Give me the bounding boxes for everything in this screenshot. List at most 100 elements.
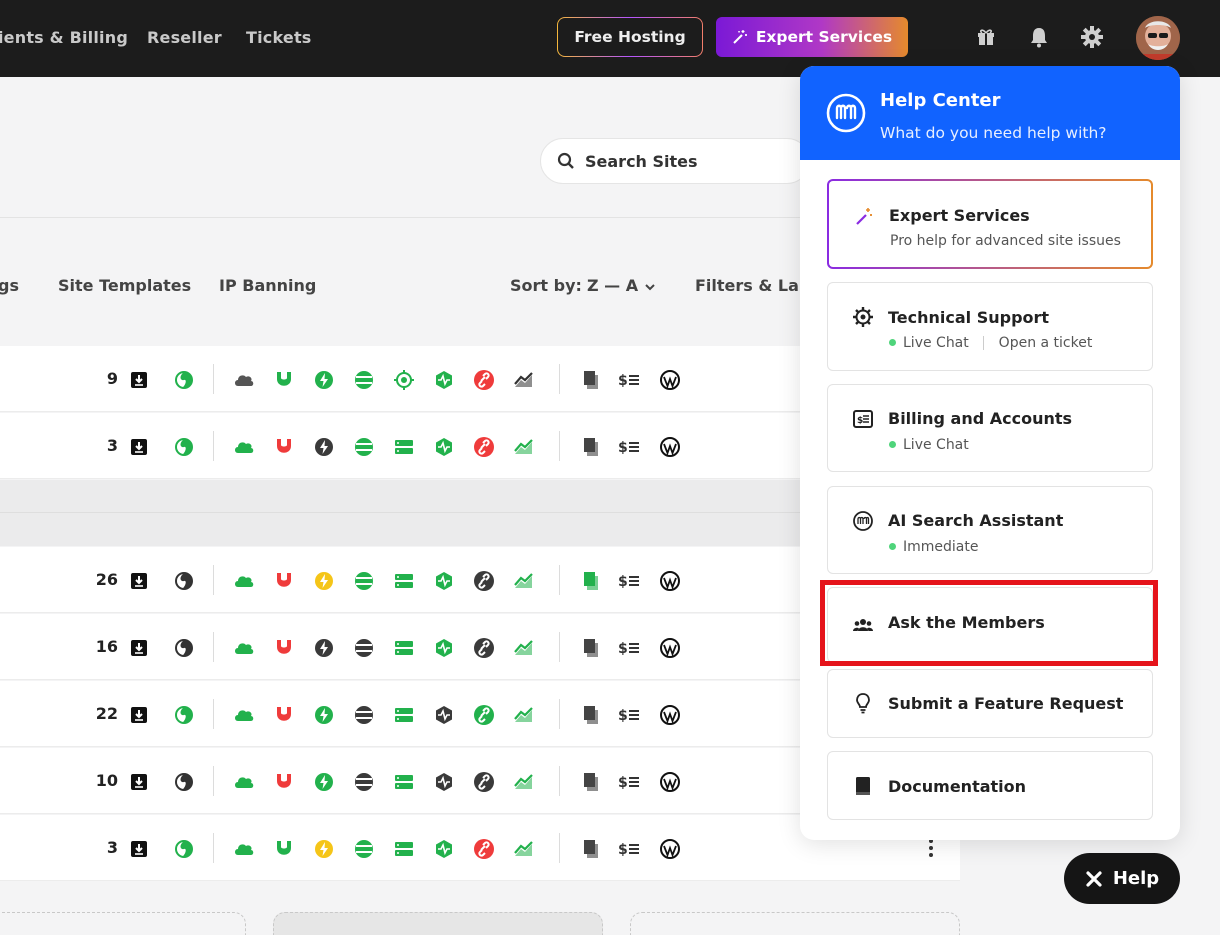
expert-services-button[interactable]: Expert Services [716,17,908,57]
copy-icon[interactable] [580,369,602,391]
link-icon[interactable] [473,637,495,659]
backup-download-icon[interactable] [128,637,150,659]
server-icon[interactable] [393,570,415,592]
globe-icon[interactable] [173,771,195,793]
chart-icon[interactable] [513,637,535,659]
chevron-down-icon[interactable] [644,282,656,292]
activity-icon[interactable] [433,771,455,793]
nav-reseller[interactable]: Reseller [147,28,222,47]
backup-download-icon[interactable] [128,838,150,860]
activity-icon[interactable] [433,637,455,659]
globe-icon[interactable] [173,637,195,659]
chart-icon[interactable] [513,771,535,793]
expert-services-card[interactable]: Expert Services Pro help for advanced si… [827,179,1153,269]
billing-icon[interactable]: $ [618,771,640,793]
more-options-icon[interactable] [928,838,934,858]
copy-icon[interactable] [580,771,602,793]
ai-search-assistant-card[interactable]: AI Search Assistant Immediate [827,486,1153,574]
link-icon[interactable] [473,369,495,391]
bolt-icon[interactable] [313,570,335,592]
search-sites-input[interactable]: Search Sites [540,138,810,184]
globe-icon[interactable] [173,369,195,391]
cloud-icon[interactable] [233,838,255,860]
documentation-card[interactable]: Documentation [827,751,1153,820]
bolt-icon[interactable] [313,838,335,860]
server-icon[interactable] [393,771,415,793]
activity-icon[interactable] [433,704,455,726]
tab-site-templates[interactable]: Site Templates [58,276,191,295]
backup-download-icon[interactable] [128,704,150,726]
user-avatar[interactable] [1136,16,1180,60]
backup-download-icon[interactable] [128,369,150,391]
wordpress-icon[interactable] [659,838,681,860]
wordpress-icon[interactable] [659,570,681,592]
stack-icon[interactable] [353,771,375,793]
billing-live-chat-link[interactable]: Live Chat [889,437,969,453]
settings-gear-icon[interactable] [1080,24,1104,50]
bolt-icon[interactable] [313,637,335,659]
activity-icon[interactable] [433,436,455,458]
link-icon[interactable] [473,838,495,860]
chart-icon[interactable] [513,704,535,726]
chart-icon[interactable] [513,570,535,592]
globe-icon[interactable] [173,838,195,860]
link-icon[interactable] [473,436,495,458]
gear-icon[interactable] [393,369,415,391]
cloud-icon[interactable] [233,570,255,592]
activity-icon[interactable] [433,570,455,592]
backup-download-icon[interactable] [128,771,150,793]
wordpress-icon[interactable] [659,704,681,726]
stack-icon[interactable] [353,369,375,391]
stack-icon[interactable] [353,838,375,860]
copy-icon[interactable] [580,838,602,860]
cloud-icon[interactable] [233,436,255,458]
shield-icon[interactable] [273,369,295,391]
activity-icon[interactable] [433,838,455,860]
bolt-icon[interactable] [313,436,335,458]
copy-icon[interactable] [580,704,602,726]
site-card-placeholder-2[interactable] [630,912,960,935]
server-icon[interactable] [393,637,415,659]
server-icon[interactable] [393,704,415,726]
shield-icon[interactable] [273,771,295,793]
sort-dropdown[interactable]: Z — A [587,276,638,295]
wordpress-icon[interactable] [659,771,681,793]
copy-icon[interactable] [580,637,602,659]
stack-icon[interactable] [353,570,375,592]
shield-icon[interactable] [273,436,295,458]
cloud-icon[interactable] [233,369,255,391]
link-icon[interactable] [473,570,495,592]
server-icon[interactable] [393,838,415,860]
wordpress-icon[interactable] [659,436,681,458]
cloud-icon[interactable] [233,771,255,793]
bolt-icon[interactable] [313,704,335,726]
cloud-icon[interactable] [233,704,255,726]
gift-icon[interactable] [974,24,998,50]
billing-icon[interactable]: $ [618,369,640,391]
wordpress-icon[interactable] [659,637,681,659]
bolt-icon[interactable] [313,771,335,793]
globe-icon[interactable] [173,436,195,458]
tab-settings[interactable]: gs [0,276,19,295]
billing-icon[interactable]: $ [618,704,640,726]
add-site-card[interactable] [0,912,246,935]
stack-icon[interactable] [353,704,375,726]
billing-accounts-card[interactable]: $ Billing and Accounts Live Chat [827,384,1153,472]
technical-support-card[interactable]: Technical Support Live Chat Open a ticke… [827,282,1153,371]
server-icon[interactable] [393,436,415,458]
billing-icon[interactable]: $ [618,436,640,458]
billing-icon[interactable]: $ [618,570,640,592]
feature-request-card[interactable]: Submit a Feature Request [827,669,1153,738]
link-icon[interactable] [473,771,495,793]
activity-icon[interactable] [433,369,455,391]
tab-ip-banning[interactable]: IP Banning [219,276,316,295]
copy-icon[interactable] [580,436,602,458]
nav-tickets[interactable]: Tickets [246,28,312,47]
help-toggle-button[interactable]: Help [1064,853,1180,904]
free-hosting-button[interactable]: Free Hosting [557,17,703,57]
shield-icon[interactable] [273,704,295,726]
site-card-placeholder[interactable] [273,912,603,935]
cloud-icon[interactable] [233,637,255,659]
open-ticket-link[interactable]: Open a ticket [999,335,1093,351]
shield-icon[interactable] [273,570,295,592]
